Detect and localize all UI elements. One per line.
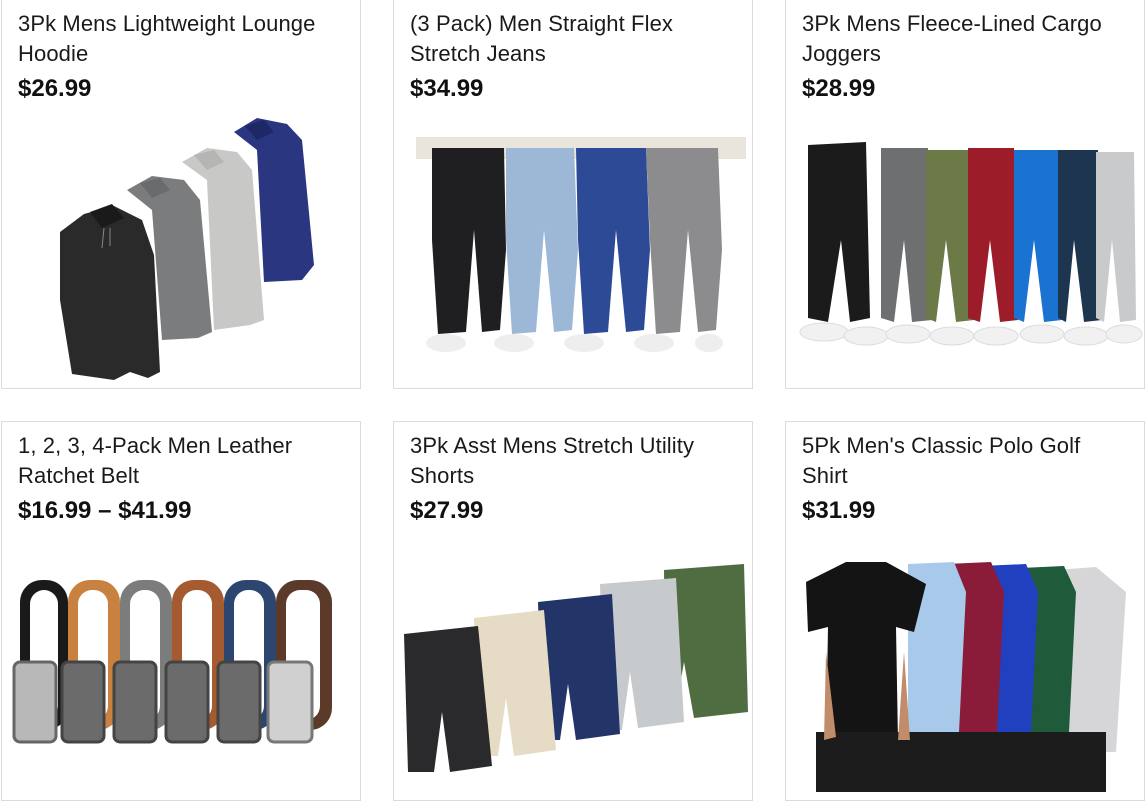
product-price: $31.99 [802, 497, 876, 524]
product-price: $16.99 – $41.99 [18, 497, 192, 524]
product-card-polo[interactable]: 5Pk Men's Classic Polo Golf Shirt $31.99 [785, 421, 1145, 801]
product-title[interactable]: 3Pk Mens Fleece-Lined Cargo Joggers [802, 9, 1132, 69]
product-title[interactable]: 3Pk Asst Mens Stretch Utility Shorts [410, 431, 740, 491]
product-title[interactable]: 5Pk Men's Classic Polo Golf Shirt [802, 431, 1132, 491]
product-card-hoodie[interactable]: 3Pk Mens Lightweight Lounge Hoodie $26.9… [1, 0, 361, 389]
product-price: $27.99 [410, 497, 484, 524]
product-price: $26.99 [18, 75, 92, 102]
product-title[interactable]: 1, 2, 3, 4-Pack Men Leather Ratchet Belt [18, 431, 348, 491]
product-price: $28.99 [802, 75, 876, 102]
product-title[interactable]: 3Pk Mens Lightweight Lounge Hoodie [18, 9, 348, 69]
product-card-shorts[interactable]: 3Pk Asst Mens Stretch Utility Shorts $27… [393, 421, 753, 801]
product-card-jeans[interactable]: (3 Pack) Men Straight Flex Stretch Jeans… [393, 0, 753, 389]
product-title[interactable]: (3 Pack) Men Straight Flex Stretch Jeans [410, 9, 740, 69]
product-price: $34.99 [410, 75, 484, 102]
product-card-belt[interactable]: 1, 2, 3, 4-Pack Men Leather Ratchet Belt… [1, 421, 361, 801]
product-card-joggers[interactable]: 3Pk Mens Fleece-Lined Cargo Joggers $28.… [785, 0, 1145, 389]
